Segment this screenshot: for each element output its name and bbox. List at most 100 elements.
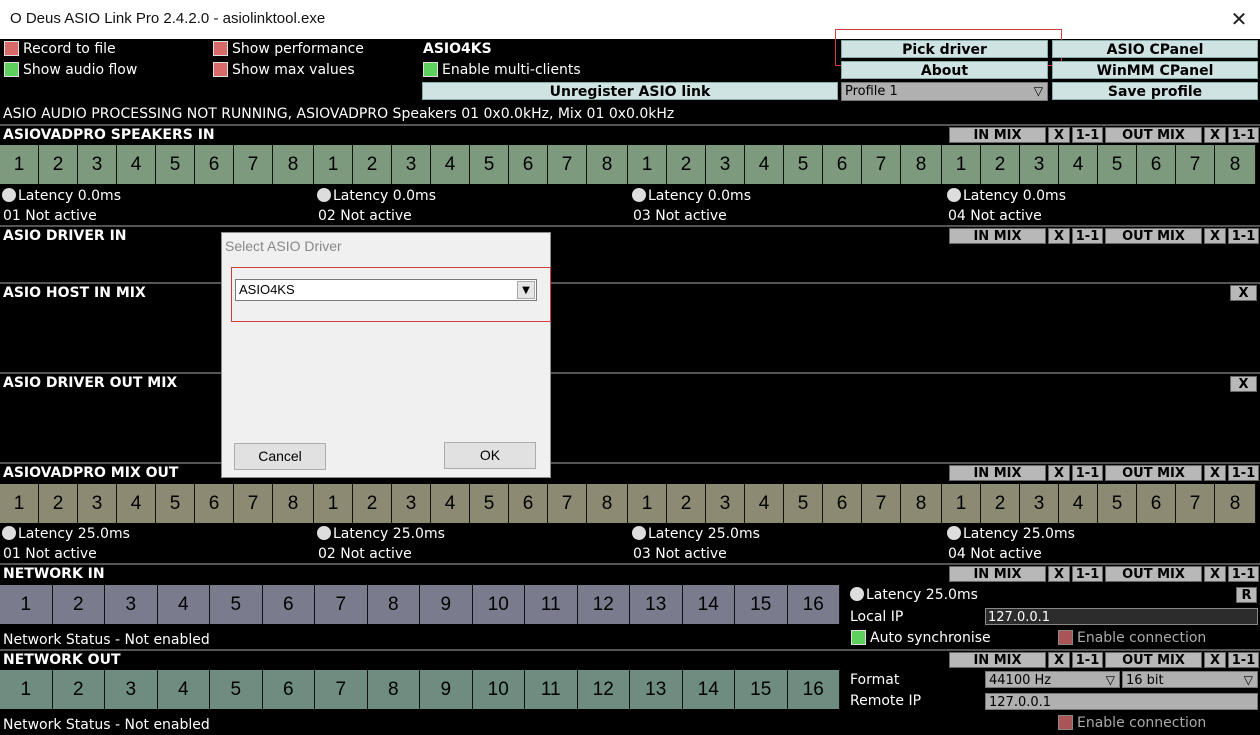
- in-mix-clear-button[interactable]: X: [1048, 127, 1070, 143]
- out-mix-one-to-one-button[interactable]: 1-1: [1228, 127, 1259, 143]
- knob-icon[interactable]: [947, 526, 961, 540]
- channel-button[interactable]: 4: [1059, 484, 1098, 523]
- winmm-cpanel-button[interactable]: WinMM CPanel: [1052, 61, 1258, 79]
- out-mix-one-to-one-button[interactable]: 1-1: [1228, 652, 1259, 668]
- channel-button[interactable]: 14: [682, 585, 735, 624]
- channel-button[interactable]: 5: [210, 670, 263, 709]
- channel-button[interactable]: 7: [862, 484, 901, 523]
- out-mix-clear-button[interactable]: X: [1204, 652, 1226, 668]
- channel-button[interactable]: 2: [667, 484, 706, 523]
- in-mix-button[interactable]: IN MIX: [949, 228, 1046, 244]
- channel-button[interactable]: 13: [630, 670, 683, 709]
- channel-button[interactable]: 8: [273, 145, 314, 184]
- channel-button[interactable]: 2: [353, 484, 392, 523]
- channel-button[interactable]: 5: [1098, 145, 1137, 184]
- channel-button[interactable]: 3: [78, 484, 117, 523]
- channel-button[interactable]: 14: [682, 670, 735, 709]
- channel-button[interactable]: 6: [823, 145, 862, 184]
- channel-button[interactable]: 6: [509, 484, 548, 523]
- in-mix-button[interactable]: IN MIX: [949, 652, 1046, 668]
- in-mix-button[interactable]: IN MIX: [949, 465, 1046, 481]
- channel-button[interactable]: 7: [548, 484, 587, 523]
- channel-button[interactable]: 16: [787, 585, 840, 624]
- channel-button[interactable]: 1: [314, 145, 353, 184]
- channel-button[interactable]: 3: [706, 145, 745, 184]
- channel-button[interactable]: 8: [901, 484, 942, 523]
- channel-button[interactable]: 3: [1020, 484, 1059, 523]
- channel-button[interactable]: 7: [234, 484, 273, 523]
- knob-icon[interactable]: [947, 188, 961, 202]
- sample-rate-select[interactable]: 44100 Hz ▽: [985, 671, 1120, 688]
- channel-button[interactable]: 7: [315, 670, 368, 709]
- channel-button[interactable]: 15: [735, 585, 788, 624]
- reset-button[interactable]: R: [1236, 587, 1257, 603]
- out-mix-clear-button[interactable]: X: [1204, 127, 1226, 143]
- channel-button[interactable]: 2: [52, 670, 105, 709]
- channel-button[interactable]: 12: [577, 670, 630, 709]
- channel-button[interactable]: 6: [1137, 484, 1176, 523]
- channel-button[interactable]: 11: [525, 585, 578, 624]
- channel-button[interactable]: 8: [1215, 145, 1256, 184]
- channel-button[interactable]: 7: [1176, 484, 1215, 523]
- knob-icon[interactable]: [850, 587, 864, 601]
- show-max-values-checkbox[interactable]: [213, 62, 228, 77]
- channel-button[interactable]: 1: [942, 484, 981, 523]
- channel-button[interactable]: 12: [577, 585, 630, 624]
- channel-button[interactable]: 13: [630, 585, 683, 624]
- channel-button[interactable]: 2: [981, 145, 1020, 184]
- channel-button[interactable]: 7: [234, 145, 273, 184]
- knob-icon[interactable]: [317, 526, 331, 540]
- in-mix-button[interactable]: IN MIX: [949, 566, 1046, 582]
- enable-multi-clients-checkbox[interactable]: [423, 62, 438, 77]
- in-mix-one-to-one-button[interactable]: 1-1: [1072, 228, 1103, 244]
- chevron-down-icon[interactable]: ▼: [517, 281, 535, 299]
- channel-button[interactable]: 1: [0, 585, 53, 624]
- remote-ip-input[interactable]: 127.0.0.1: [985, 693, 1258, 710]
- knob-icon[interactable]: [317, 188, 331, 202]
- in-mix-one-to-one-button[interactable]: 1-1: [1072, 652, 1103, 668]
- channel-button[interactable]: 3: [78, 145, 117, 184]
- local-ip-input[interactable]: 127.0.0.1: [985, 608, 1258, 625]
- in-mix-button[interactable]: IN MIX: [949, 127, 1046, 143]
- channel-button[interactable]: 5: [470, 145, 509, 184]
- channel-button[interactable]: 5: [784, 484, 823, 523]
- channel-button[interactable]: 5: [470, 484, 509, 523]
- out-mix-one-to-one-button[interactable]: 1-1: [1228, 465, 1259, 481]
- channel-button[interactable]: 2: [39, 145, 78, 184]
- about-button[interactable]: About: [841, 61, 1048, 79]
- knob-icon[interactable]: [632, 188, 646, 202]
- channel-button[interactable]: 7: [1176, 145, 1215, 184]
- channel-button[interactable]: 4: [1059, 145, 1098, 184]
- in-mix-one-to-one-button[interactable]: 1-1: [1072, 566, 1103, 582]
- channel-button[interactable]: 4: [745, 484, 784, 523]
- out-mix-clear-button[interactable]: X: [1204, 228, 1226, 244]
- channel-button[interactable]: 8: [587, 484, 628, 523]
- channel-button[interactable]: 4: [157, 670, 210, 709]
- channel-button[interactable]: 7: [862, 145, 901, 184]
- show-audio-flow-checkbox[interactable]: [4, 62, 19, 77]
- network-out-enable-checkbox[interactable]: [1058, 715, 1073, 730]
- cancel-button[interactable]: Cancel: [234, 443, 326, 470]
- show-performance-checkbox[interactable]: [213, 41, 228, 56]
- channel-button[interactable]: 10: [472, 670, 525, 709]
- channel-button[interactable]: 4: [117, 145, 156, 184]
- channel-button[interactable]: 16: [787, 670, 840, 709]
- channel-button[interactable]: 4: [431, 145, 470, 184]
- in-mix-clear-button[interactable]: X: [1048, 228, 1070, 244]
- channel-button[interactable]: 1: [628, 145, 667, 184]
- channel-button[interactable]: 3: [706, 484, 745, 523]
- knob-icon[interactable]: [632, 526, 646, 540]
- channel-button[interactable]: 8: [367, 670, 420, 709]
- channel-button[interactable]: 11: [525, 670, 578, 709]
- record-to-file-checkbox[interactable]: [4, 41, 19, 56]
- channel-button[interactable]: 8: [1215, 484, 1256, 523]
- knob-icon[interactable]: [2, 526, 16, 540]
- channel-button[interactable]: 7: [315, 585, 368, 624]
- channel-button[interactable]: 8: [273, 484, 314, 523]
- channel-button[interactable]: 4: [117, 484, 156, 523]
- channel-button[interactable]: 8: [587, 145, 628, 184]
- channel-button[interactable]: 1: [0, 145, 39, 184]
- channel-button[interactable]: 1: [0, 484, 39, 523]
- channel-button[interactable]: 6: [823, 484, 862, 523]
- out-mix-clear-button[interactable]: X: [1204, 566, 1226, 582]
